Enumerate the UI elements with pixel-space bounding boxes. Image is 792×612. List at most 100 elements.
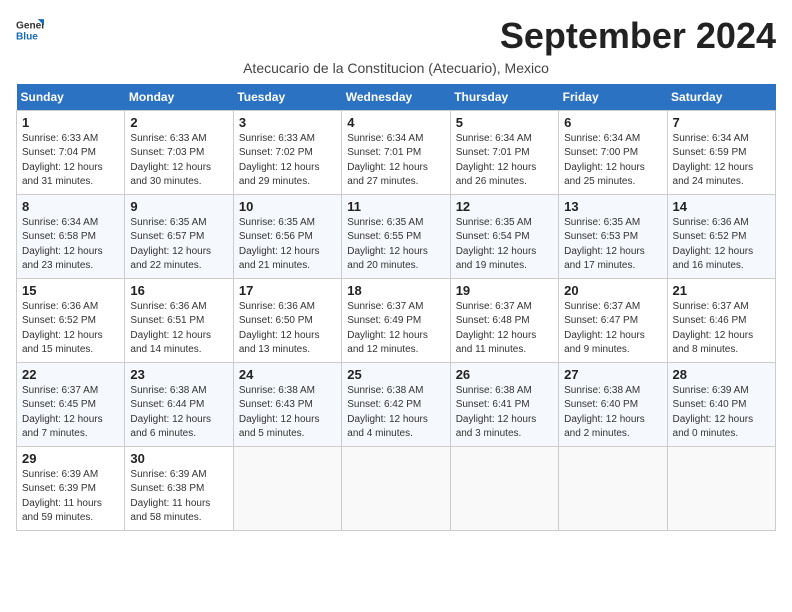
day-info: Sunrise: 6:34 AMSunset: 7:01 PMDaylight:… bbox=[347, 132, 444, 190]
day-number: 12 bbox=[456, 199, 553, 214]
day-info: Sunrise: 6:37 AMSunset: 6:45 PMDaylight:… bbox=[22, 384, 119, 442]
day-info: Sunrise: 6:38 AMSunset: 6:41 PMDaylight:… bbox=[456, 384, 553, 442]
calendar-header-row: SundayMondayTuesdayWednesdayThursdayFrid… bbox=[17, 84, 776, 111]
calendar-cell: 14 Sunrise: 6:36 AMSunset: 6:52 PMDayligh… bbox=[667, 194, 775, 278]
svg-text:General: General bbox=[16, 20, 44, 31]
calendar-cell: 8Sunrise: 6:34 AMSunset: 6:58 PMDaylight… bbox=[17, 194, 125, 278]
day-info: Sunrise: 6:39 AMSunset: 6:40 PMDaylight:… bbox=[673, 384, 770, 442]
day-info: Sunrise: 6:37 AMSunset: 6:47 PMDaylight:… bbox=[564, 300, 661, 358]
day-info: Sunrise: 6:36 AMSunset: 6:52 PMDaylight:… bbox=[22, 300, 119, 358]
calendar-week-1: 1 Sunrise: 6:33 AMSunset: 7:04 PMDaylight… bbox=[17, 110, 776, 194]
calendar-cell: 24 Sunrise: 6:38 AMSunset: 6:43 PMDayligh… bbox=[233, 362, 341, 446]
calendar-cell: 18 Sunrise: 6:37 AMSunset: 6:49 PMDayligh… bbox=[342, 278, 450, 362]
calendar-cell: 5 Sunrise: 6:34 AMSunset: 7:01 PMDaylight… bbox=[450, 110, 558, 194]
calendar-cell: 23 Sunrise: 6:38 AMSunset: 6:44 PMDayligh… bbox=[125, 362, 233, 446]
calendar-cell: 11 Sunrise: 6:35 AMSunset: 6:55 PMDayligh… bbox=[342, 194, 450, 278]
day-number: 22 bbox=[22, 367, 119, 382]
day-number: 19 bbox=[456, 283, 553, 298]
calendar-cell: 10 Sunrise: 6:35 AMSunset: 6:56 PMDayligh… bbox=[233, 194, 341, 278]
calendar-cell: 25Sunrise: 6:38 AMSunset: 6:42 PMDayligh… bbox=[342, 362, 450, 446]
day-number: 26 bbox=[456, 367, 553, 382]
day-info: Sunrise: 6:35 AMSunset: 6:57 PMDaylight:… bbox=[130, 216, 227, 274]
logo-icon: General Blue bbox=[16, 16, 44, 44]
calendar-cell: 17 Sunrise: 6:36 AMSunset: 6:50 PMDayligh… bbox=[233, 278, 341, 362]
calendar-cell: 9 Sunrise: 6:35 AMSunset: 6:57 PMDaylight… bbox=[125, 194, 233, 278]
title-block: September 2024 bbox=[500, 16, 776, 56]
day-number: 24 bbox=[239, 367, 336, 382]
calendar-cell: 20 Sunrise: 6:37 AMSunset: 6:47 PMDayligh… bbox=[559, 278, 667, 362]
day-info: Sunrise: 6:37 AMSunset: 6:49 PMDaylight:… bbox=[347, 300, 444, 358]
day-number: 21 bbox=[673, 283, 770, 298]
calendar-cell: 12 Sunrise: 6:35 AMSunset: 6:54 PMDayligh… bbox=[450, 194, 558, 278]
calendar-cell: 26 Sunrise: 6:38 AMSunset: 6:41 PMDayligh… bbox=[450, 362, 558, 446]
day-number: 20 bbox=[564, 283, 661, 298]
day-info: Sunrise: 6:39 AMSunset: 6:38 PMDaylight:… bbox=[130, 468, 227, 526]
day-number: 3 bbox=[239, 115, 336, 130]
day-info: Sunrise: 6:36 AMSunset: 6:52 PMDaylight:… bbox=[673, 216, 770, 274]
day-info: Sunrise: 6:38 AMSunset: 6:42 PMDaylight:… bbox=[347, 384, 444, 442]
header-monday: Monday bbox=[125, 84, 233, 111]
day-info: Sunrise: 6:35 AMSunset: 6:55 PMDaylight:… bbox=[347, 216, 444, 274]
calendar-cell: 7 Sunrise: 6:34 AMSunset: 6:59 PMDaylight… bbox=[667, 110, 775, 194]
header-wednesday: Wednesday bbox=[342, 84, 450, 111]
calendar-week-3: 15 Sunrise: 6:36 AMSunset: 6:52 PMDayligh… bbox=[17, 278, 776, 362]
calendar-week-2: 8Sunrise: 6:34 AMSunset: 6:58 PMDaylight… bbox=[17, 194, 776, 278]
day-info: Sunrise: 6:33 AMSunset: 7:04 PMDaylight:… bbox=[22, 132, 119, 190]
day-number: 9 bbox=[130, 199, 227, 214]
day-info: Sunrise: 6:38 AMSunset: 6:43 PMDaylight:… bbox=[239, 384, 336, 442]
svg-text:Blue: Blue bbox=[16, 31, 38, 42]
day-number: 11 bbox=[347, 199, 444, 214]
header-thursday: Thursday bbox=[450, 84, 558, 111]
day-number: 15 bbox=[22, 283, 119, 298]
day-info: Sunrise: 6:37 AMSunset: 6:48 PMDaylight:… bbox=[456, 300, 553, 358]
calendar-week-4: 22 Sunrise: 6:37 AMSunset: 6:45 PMDayligh… bbox=[17, 362, 776, 446]
calendar-week-5: 29 Sunrise: 6:39 AMSunset: 6:39 PMDayligh… bbox=[17, 446, 776, 530]
calendar-cell: 2 Sunrise: 6:33 AMSunset: 7:03 PMDaylight… bbox=[125, 110, 233, 194]
day-info: Sunrise: 6:38 AMSunset: 6:44 PMDaylight:… bbox=[130, 384, 227, 442]
calendar-cell bbox=[667, 446, 775, 530]
calendar-cell: 13 Sunrise: 6:35 AMSunset: 6:53 PMDayligh… bbox=[559, 194, 667, 278]
day-info: Sunrise: 6:39 AMSunset: 6:39 PMDaylight:… bbox=[22, 468, 119, 526]
day-number: 14 bbox=[673, 199, 770, 214]
header-tuesday: Tuesday bbox=[233, 84, 341, 111]
day-info: Sunrise: 6:36 AMSunset: 6:51 PMDaylight:… bbox=[130, 300, 227, 358]
day-number: 7 bbox=[673, 115, 770, 130]
day-number: 2 bbox=[130, 115, 227, 130]
day-info: Sunrise: 6:35 AMSunset: 6:54 PMDaylight:… bbox=[456, 216, 553, 274]
day-number: 8 bbox=[22, 199, 119, 214]
day-number: 10 bbox=[239, 199, 336, 214]
day-number: 4 bbox=[347, 115, 444, 130]
calendar-cell bbox=[450, 446, 558, 530]
day-info: Sunrise: 6:37 AMSunset: 6:46 PMDaylight:… bbox=[673, 300, 770, 358]
calendar-cell: 1 Sunrise: 6:33 AMSunset: 7:04 PMDaylight… bbox=[17, 110, 125, 194]
day-number: 1 bbox=[22, 115, 119, 130]
day-info: Sunrise: 6:34 AMSunset: 7:00 PMDaylight:… bbox=[564, 132, 661, 190]
day-number: 30 bbox=[130, 451, 227, 466]
day-number: 6 bbox=[564, 115, 661, 130]
day-info: Sunrise: 6:35 AMSunset: 6:56 PMDaylight:… bbox=[239, 216, 336, 274]
day-number: 29 bbox=[22, 451, 119, 466]
calendar-cell: 3 Sunrise: 6:33 AMSunset: 7:02 PMDaylight… bbox=[233, 110, 341, 194]
calendar-cell: 28 Sunrise: 6:39 AMSunset: 6:40 PMDayligh… bbox=[667, 362, 775, 446]
calendar-cell: 22 Sunrise: 6:37 AMSunset: 6:45 PMDayligh… bbox=[17, 362, 125, 446]
month-title: September 2024 bbox=[500, 16, 776, 56]
day-number: 5 bbox=[456, 115, 553, 130]
day-info: Sunrise: 6:33 AMSunset: 7:03 PMDaylight:… bbox=[130, 132, 227, 190]
day-number: 23 bbox=[130, 367, 227, 382]
day-number: 17 bbox=[239, 283, 336, 298]
day-info: Sunrise: 6:33 AMSunset: 7:02 PMDaylight:… bbox=[239, 132, 336, 190]
day-number: 28 bbox=[673, 367, 770, 382]
day-info: Sunrise: 6:34 AMSunset: 7:01 PMDaylight:… bbox=[456, 132, 553, 190]
day-info: Sunrise: 6:34 AMSunset: 6:59 PMDaylight:… bbox=[673, 132, 770, 190]
day-info: Sunrise: 6:36 AMSunset: 6:50 PMDaylight:… bbox=[239, 300, 336, 358]
day-number: 18 bbox=[347, 283, 444, 298]
calendar-cell: 6 Sunrise: 6:34 AMSunset: 7:00 PMDaylight… bbox=[559, 110, 667, 194]
calendar-cell bbox=[342, 446, 450, 530]
calendar-cell: 4 Sunrise: 6:34 AMSunset: 7:01 PMDaylight… bbox=[342, 110, 450, 194]
calendar-cell bbox=[233, 446, 341, 530]
day-info: Sunrise: 6:35 AMSunset: 6:53 PMDaylight:… bbox=[564, 216, 661, 274]
header-sunday: Sunday bbox=[17, 84, 125, 111]
calendar-table: SundayMondayTuesdayWednesdayThursdayFrid… bbox=[16, 84, 776, 531]
day-info: Sunrise: 6:38 AMSunset: 6:40 PMDaylight:… bbox=[564, 384, 661, 442]
day-number: 13 bbox=[564, 199, 661, 214]
